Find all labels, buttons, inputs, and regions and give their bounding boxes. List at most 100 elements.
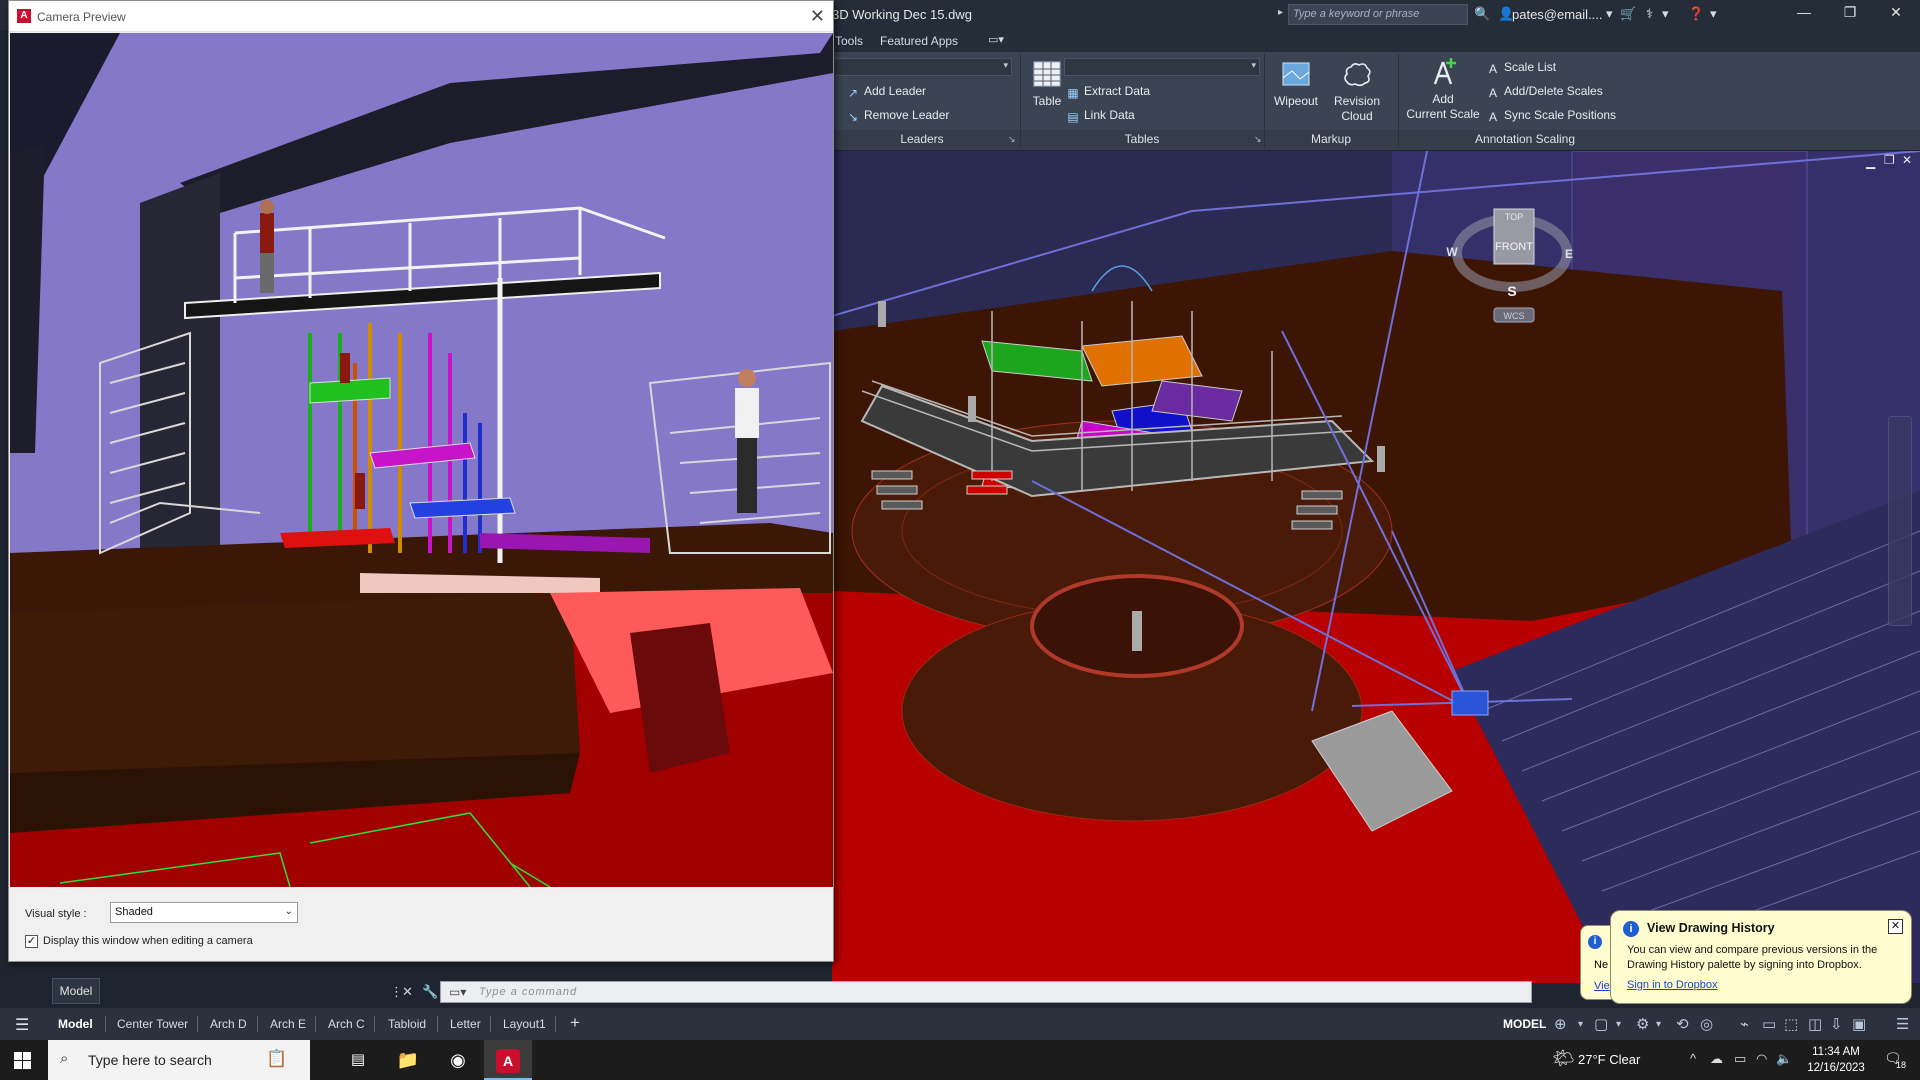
viewport-restore-icon[interactable]: ❐ <box>1884 153 1895 167</box>
link-data-button[interactable]: ▤ Link Data <box>1066 108 1134 124</box>
tab-featured-apps[interactable]: Featured Apps <box>880 34 958 48</box>
tab-separator <box>490 1016 491 1032</box>
viewcube[interactable]: TOP FRONT W E S WCS <box>1442 201 1582 331</box>
ribbon-separator <box>1264 54 1265 148</box>
onedrive-icon[interactable]: ☁ <box>1710 1051 1723 1067</box>
navigation-bar[interactable] <box>1888 416 1912 626</box>
tab-tabloid[interactable]: Tabloid <box>388 1017 426 1031</box>
wipeout-button[interactable]: Wipeout <box>1268 58 1324 109</box>
tab-layout1[interactable]: Layout1 <box>503 1017 546 1031</box>
grid-icon[interactable]: ⊕ <box>1554 1015 1567 1033</box>
viewcube-front[interactable]: FRONT <box>1495 241 1533 253</box>
windows-start-icon[interactable] <box>14 1052 31 1069</box>
table-style-combo[interactable]: ▾ <box>1064 58 1260 76</box>
tab-separator <box>437 1016 438 1032</box>
snap-icon[interactable]: ▢ <box>1594 1015 1608 1033</box>
weather-icon[interactable]: 🌤 <box>1552 1048 1575 1069</box>
panel-launcher-icon[interactable]: ↘ <box>1254 134 1262 145</box>
command-line-close-icon[interactable]: ✕ <box>402 984 413 1000</box>
units-icon[interactable]: ▭ <box>1762 1015 1776 1033</box>
compass-east[interactable]: E <box>1565 247 1573 261</box>
weather-text[interactable]: 27°F Clear <box>1578 1052 1640 1067</box>
add-delete-scales-button[interactable]: A Add/Delete Scales <box>1486 84 1603 100</box>
battery-icon[interactable]: ▭ <box>1734 1051 1746 1067</box>
scale-list-button[interactable]: A Scale List <box>1486 60 1556 76</box>
dropdown-icon[interactable]: ▾ <box>1662 6 1669 22</box>
volume-icon[interactable]: 🔈 <box>1776 1051 1792 1067</box>
clean-screen-icon[interactable]: ◫ <box>1808 1015 1822 1033</box>
performance-icon[interactable]: ⬚ <box>1784 1015 1798 1033</box>
restore-icon[interactable]: ❐ <box>1830 4 1870 26</box>
ribbon-panel: ▾ ↗ Add Leader ↘ Remove Leader Leaders ↘ T… <box>832 52 1920 150</box>
camera-glyph[interactable] <box>1451 690 1489 716</box>
dropbox-sync-icon[interactable]: ⇩ <box>1830 1015 1843 1033</box>
dropdown-icon[interactable]: ▾ <box>1616 1019 1621 1030</box>
chrome-icon[interactable]: ◉ <box>434 1040 482 1080</box>
close-icon[interactable]: ✕ <box>1876 4 1916 26</box>
tab-tools[interactable]: Tools <box>835 34 863 48</box>
model-viewport[interactable]: TOP FRONT W E S WCS ▁ ❐ ✕ <box>832 151 1920 983</box>
remove-leader-button[interactable]: ↘ Remove Leader <box>846 108 949 124</box>
isolate-icon[interactable]: ◎ <box>1700 1015 1713 1033</box>
customize-icon[interactable]: 🔧 <box>422 984 438 1000</box>
viewport-minimize-icon[interactable]: ▁ <box>1866 155 1875 169</box>
customize-menu-icon[interactable]: ☰ <box>1896 1015 1909 1033</box>
viewcube-top[interactable]: TOP <box>1505 212 1523 222</box>
ribbon-display-toggle-icon[interactable]: ▭▾ <box>988 33 1004 46</box>
revision-cloud-button[interactable]: Revision Cloud <box>1326 58 1388 124</box>
show-hidden-icons-chevron-icon[interactable]: ^ <box>1690 1051 1696 1066</box>
keyword-search-input[interactable]: Type a keyword or phrase <box>1288 4 1468 25</box>
file-explorer-icon[interactable]: 📁 <box>384 1040 432 1080</box>
taskbar-search[interactable]: ⌕ Type here to search 📋 <box>48 1040 310 1080</box>
notifications-icon[interactable]: ▣ <box>1852 1015 1866 1033</box>
autocad-taskbar-icon[interactable]: A <box>484 1040 532 1080</box>
add-leader-button[interactable]: ↗ Add Leader <box>846 84 926 100</box>
add-current-scale-button[interactable]: Add Current Scale <box>1398 56 1488 122</box>
extract-data-button[interactable]: ▦ Extract Data <box>1066 84 1150 100</box>
add-layout-icon[interactable]: + <box>570 1013 580 1033</box>
tab-arch-d[interactable]: Arch D <box>210 1017 247 1031</box>
settings-gear-icon[interactable]: ⚙ <box>1636 1015 1649 1033</box>
menu-icon[interactable]: ☰ <box>15 1015 29 1035</box>
system-clock[interactable]: 11:34 AM 12/16/2023 <box>1804 1044 1868 1076</box>
link-data-icon: ▤ <box>1067 110 1079 124</box>
user-account[interactable]: pates@email.... <box>1512 7 1603 22</box>
workspace-icon[interactable]: ⟲ <box>1676 1015 1689 1033</box>
multileader-style-combo[interactable]: ▾ <box>832 58 1012 76</box>
annotation-icon[interactable]: ⌁ <box>1740 1015 1749 1033</box>
previous-notification-link[interactable]: Vie <box>1594 980 1610 992</box>
dropdown-icon[interactable]: ▾ <box>1606 6 1613 22</box>
tab-arch-e[interactable]: Arch E <box>270 1017 306 1031</box>
notification-count-badge: 18 <box>1896 1060 1907 1070</box>
share-icon[interactable]: ⚕ <box>1646 6 1653 22</box>
search-expand-icon[interactable]: ▸ <box>1278 7 1283 18</box>
help-icon[interactable]: ❓ <box>1688 6 1704 22</box>
command-history-icon[interactable]: ▭▾ <box>449 985 466 999</box>
tab-center-tower[interactable]: Center Tower <box>117 1017 188 1031</box>
dialog-close-icon[interactable]: ✕ <box>810 6 825 27</box>
compass-west[interactable]: W <box>1446 245 1458 259</box>
compass-south[interactable]: S <box>1507 283 1516 299</box>
dropdown-icon[interactable]: ▾ <box>1656 1019 1661 1030</box>
dropdown-icon[interactable]: ▾ <box>1578 1019 1583 1030</box>
tab-letter[interactable]: Letter <box>450 1017 481 1031</box>
display-window-checkbox[interactable]: ✓ <box>25 935 38 948</box>
sign-in-dropbox-link[interactable]: Sign in to Dropbox <box>1627 979 1718 991</box>
command-line[interactable]: ▭▾ Type a command <box>440 981 1532 1003</box>
panel-launcher-icon[interactable]: ↘ <box>1008 134 1016 145</box>
tab-arch-c[interactable]: Arch C <box>328 1017 365 1031</box>
dropdown-icon[interactable]: ▾ <box>1710 6 1717 22</box>
cart-icon[interactable]: 🛒 <box>1620 6 1636 22</box>
table-button[interactable]: Table <box>1026 58 1068 109</box>
visual-style-select[interactable]: Shaded ⌄ <box>110 902 298 923</box>
model-space-toggle[interactable]: MODEL <box>1503 1017 1546 1031</box>
command-input[interactable]: Type a command <box>479 986 577 998</box>
search-icon[interactable]: 🔍 <box>1474 6 1490 22</box>
tab-model[interactable]: Model <box>58 1017 93 1031</box>
minimize-icon[interactable]: — <box>1784 4 1824 26</box>
viewport-close-icon[interactable]: ✕ <box>1902 153 1912 167</box>
wifi-icon[interactable]: ◠ <box>1756 1051 1767 1067</box>
sync-scale-positions-button[interactable]: A Sync Scale Positions <box>1486 108 1616 124</box>
notification-close-icon[interactable]: ✕ <box>1888 919 1903 934</box>
task-view-icon[interactable]: ▤ <box>334 1040 382 1080</box>
